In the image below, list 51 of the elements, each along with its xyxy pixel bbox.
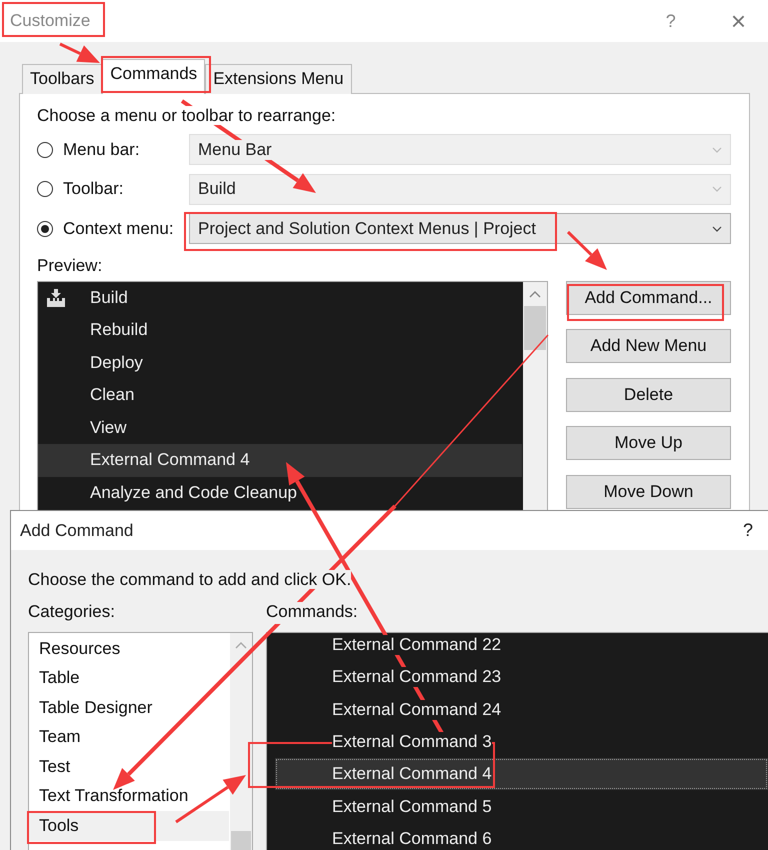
- build-icon: [46, 288, 66, 306]
- scrollbar-thumb[interactable]: [524, 306, 546, 350]
- tab[interactable]: Extensions Menu: [205, 64, 352, 94]
- category-item[interactable]: Tools: [29, 811, 229, 840]
- category-item[interactable]: Table Designer: [29, 693, 229, 722]
- dialog-button[interactable]: Add New Menu: [566, 329, 731, 363]
- category-item[interactable]: Table: [29, 664, 229, 693]
- preview-label: Preview:: [37, 256, 102, 276]
- preview-item[interactable]: Rebuild: [38, 314, 522, 346]
- chevron-up-icon[interactable]: [235, 641, 247, 649]
- tab[interactable]: Commands: [102, 59, 206, 94]
- annotation-arrow: [59, 42, 100, 63]
- chevron-up-icon[interactable]: [529, 290, 541, 298]
- category-item[interactable]: Resources: [29, 634, 229, 664]
- dialog-button[interactable]: Move Up: [566, 426, 731, 460]
- preview-item[interactable]: Build: [38, 282, 522, 314]
- close-button[interactable]: ×: [730, 6, 746, 36]
- radio-button[interactable]: [37, 142, 53, 158]
- dialog-button[interactable]: Add Command...: [566, 280, 731, 314]
- radio-label: Context menu:: [63, 218, 175, 239]
- dialog-button[interactable]: Move Down: [566, 474, 731, 508]
- help-button[interactable]: ?: [738, 520, 758, 541]
- dialog-button[interactable]: Delete: [566, 378, 731, 412]
- scrollbar[interactable]: [230, 633, 252, 850]
- category-item[interactable]: Team: [29, 722, 229, 752]
- commands-label: Commands:: [266, 602, 358, 624]
- preview-item[interactable]: Deploy: [38, 346, 522, 379]
- chevron-down-icon: [712, 226, 722, 232]
- dropdown[interactable]: Build: [189, 174, 731, 205]
- category-item[interactable]: Test: [29, 752, 229, 782]
- radio-label: Menu bar:: [63, 140, 141, 160]
- category-item[interactable]: Text Transformation: [29, 782, 229, 811]
- preview-item[interactable]: Clean: [38, 379, 522, 412]
- chevron-down-icon: [712, 146, 722, 153]
- dialog-title: Add Command: [20, 520, 134, 540]
- radio-label: Toolbar:: [63, 179, 124, 200]
- preview-item[interactable]: Analyze and Code Cleanup: [38, 476, 522, 509]
- help-button[interactable]: ?: [660, 10, 681, 32]
- preview-item[interactable]: View: [38, 412, 522, 444]
- preview-item[interactable]: External Command 4: [38, 444, 522, 476]
- radio-button[interactable]: [37, 220, 53, 237]
- chevron-down-icon: [712, 186, 722, 192]
- radio-button[interactable]: [37, 181, 53, 198]
- dropdown[interactable]: Menu Bar: [189, 134, 731, 166]
- command-item[interactable]: External Command 4: [275, 758, 768, 790]
- window-title: Customize: [10, 11, 90, 31]
- annotation-arrow: [566, 230, 607, 270]
- instruction-text: Choose a menu or toolbar to rearrange:: [37, 106, 336, 125]
- instruction-text: Choose the command to add and click OK.: [28, 570, 352, 589]
- dropdown[interactable]: Project and Solution Context Menus | Project: [189, 213, 731, 244]
- tab[interactable]: Toolbars: [22, 64, 102, 94]
